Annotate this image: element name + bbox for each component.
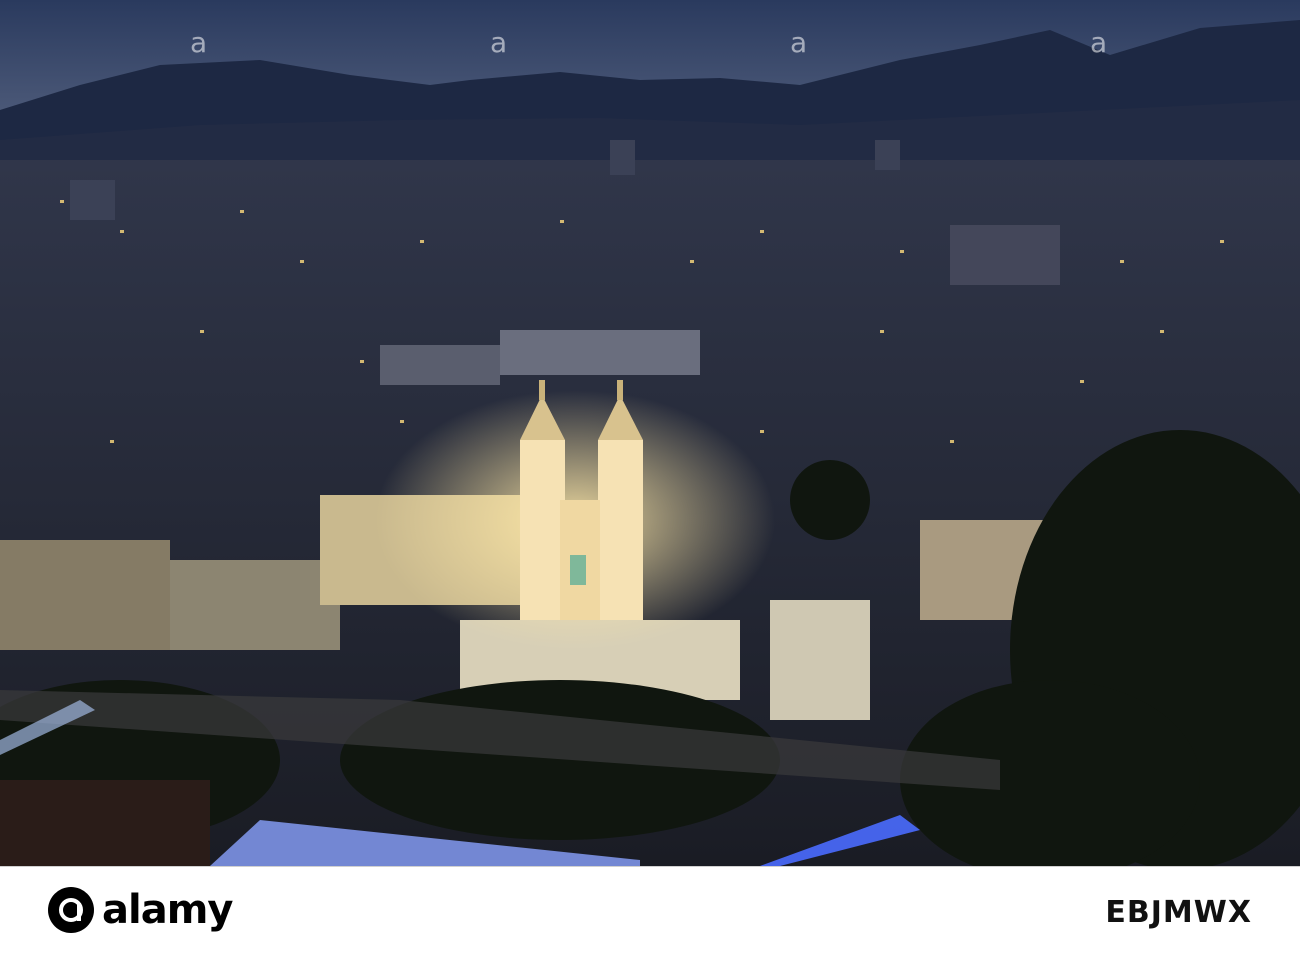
brand-logo[interactable]: alamy	[48, 887, 240, 933]
night-city-photo: a a a a	[0, 0, 1300, 866]
brand-name: alamy	[102, 887, 233, 933]
footer-bar: alamy EBJMWX	[0, 866, 1300, 956]
image-id: EBJMWX	[1105, 895, 1252, 930]
roof-foreground	[0, 780, 210, 866]
alamy-logo-icon	[48, 887, 94, 933]
cityscape-illustration	[0, 0, 1300, 866]
